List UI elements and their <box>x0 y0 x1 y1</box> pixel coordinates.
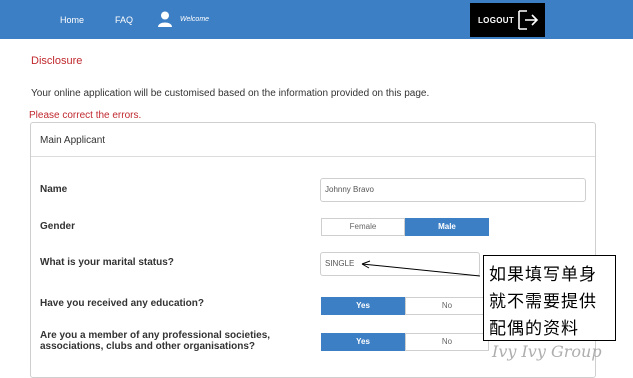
education-yes-button[interactable]: Yes <box>321 297 405 315</box>
page-title: Disclosure <box>31 55 83 67</box>
intro-text: Your online application will be customis… <box>31 88 430 99</box>
gender-male-button[interactable]: Male <box>405 218 489 236</box>
annotation-callout: 如果填写单身 就不需要提供 配偶的资料 <box>483 255 616 341</box>
membership-yes-button[interactable]: Yes <box>321 333 405 351</box>
annotation-line-2: 就不需要提供 <box>489 292 597 312</box>
panel-header: Main Applicant <box>31 123 595 157</box>
annotation-line-1: 如果填写单身 <box>489 265 597 285</box>
name-label: Name <box>40 184 68 195</box>
annotation-line-3: 配偶的资料 <box>489 319 579 339</box>
nav-faq-link[interactable]: FAQ <box>115 15 133 25</box>
logout-label: LOGOUT <box>478 16 515 25</box>
marital-status-label: What is your marital status? <box>40 257 174 268</box>
panel-title: Main Applicant <box>40 135 106 146</box>
logout-button[interactable]: LOGOUT <box>470 3 545 37</box>
name-input[interactable]: Johnny Bravo <box>320 178 586 202</box>
logout-arrow-icon <box>518 10 539 30</box>
welcome-text: Welcome <box>180 16 210 23</box>
watermark: Ivy Ivy Group <box>492 342 602 361</box>
education-label: Have you received any education? <box>40 298 204 309</box>
annotation-arrow-icon <box>361 260 481 277</box>
gender-label: Gender <box>40 221 76 232</box>
education-no-button[interactable]: No <box>405 297 489 315</box>
membership-no-button[interactable]: No <box>405 333 489 351</box>
membership-label: Are you a member of any professional soc… <box>40 330 271 352</box>
error-message: Please correct the errors. <box>29 110 142 121</box>
gender-female-button[interactable]: Female <box>321 218 405 236</box>
nav-home-link[interactable]: Home <box>60 15 84 25</box>
top-nav-bar: Home FAQ Welcome LOGOUT <box>0 0 633 39</box>
user-icon <box>158 11 172 27</box>
